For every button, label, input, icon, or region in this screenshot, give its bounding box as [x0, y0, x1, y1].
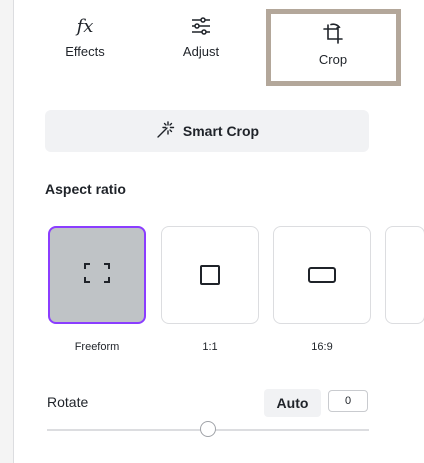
- tab-effects[interactable]: fx Effects: [30, 14, 140, 84]
- rotate-label: Rotate: [47, 394, 89, 410]
- fx-icon: fx: [76, 15, 94, 37]
- smart-crop-button[interactable]: Smart Crop: [45, 110, 369, 152]
- tab-crop-label: Crop: [318, 52, 348, 67]
- tab-adjust[interactable]: Adjust: [146, 14, 256, 84]
- ratio-option-16-9[interactable]: [273, 226, 371, 324]
- tab-effects-label: Effects: [65, 44, 105, 59]
- aspect-ratio-title: Aspect ratio: [45, 181, 126, 197]
- crop-icon: [321, 22, 345, 46]
- tab-adjust-label: Adjust: [182, 44, 220, 59]
- square-icon: [200, 265, 220, 285]
- rotate-slider-thumb[interactable]: [200, 421, 216, 437]
- auto-rotate-button[interactable]: Auto: [264, 389, 321, 417]
- ratio-label-freeform: Freeform: [74, 341, 120, 353]
- ratio-option-1-1[interactable]: [161, 226, 259, 324]
- wide-rectangle-icon: [308, 267, 336, 283]
- ratio-option-more[interactable]: [385, 226, 424, 324]
- magic-wand-icon: [155, 120, 175, 142]
- sliders-icon: [190, 14, 212, 38]
- ratio-option-freeform[interactable]: [48, 226, 146, 324]
- rotate-value-input[interactable]: 0: [328, 390, 368, 412]
- freeform-corners-icon: [84, 262, 110, 288]
- ratio-label-16-9: 16:9: [311, 341, 333, 353]
- smart-crop-label: Smart Crop: [182, 123, 260, 139]
- ratio-label-1-1: 1:1: [202, 341, 218, 353]
- tab-crop[interactable]: Crop: [278, 22, 388, 92]
